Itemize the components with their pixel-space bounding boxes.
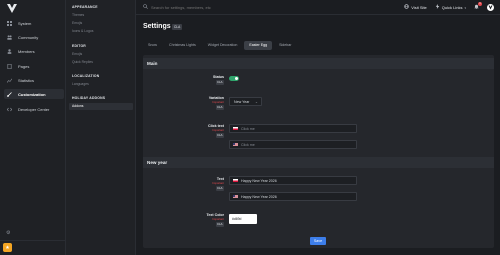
bell-icon [474, 4, 479, 11]
search-bar [143, 4, 271, 11]
variation-value: New Year [234, 100, 250, 104]
submenu-item-quick-replies[interactable]: Quick Replies [72, 60, 93, 64]
file-icon [7, 63, 12, 69]
variation-select[interactable]: New Year ⌄ [229, 97, 262, 106]
click-text-chip: CLA [215, 133, 224, 138]
text-pl-field[interactable] [229, 176, 357, 185]
version-badge: CLA [172, 24, 183, 30]
customization-submenu: APPEARANCE Themes Emojis Icons & Logos E… [66, 0, 136, 255]
submenu-section-localization: LOCALIZATION [72, 74, 100, 78]
visit-site-label: Visit Site [411, 5, 427, 10]
sidebar-item-label: Developer Center [18, 106, 50, 112]
click-text-en-input[interactable] [241, 142, 351, 147]
sidebar-item-label: Statistics [18, 77, 35, 83]
sidebar-item-statistics[interactable]: Statistics [4, 75, 64, 85]
tab-sidebar[interactable]: Sidebar [274, 41, 296, 50]
users-icon [7, 34, 12, 40]
poland-flag-icon [233, 178, 238, 183]
click-text-field-label: Click text Important CLA [152, 124, 224, 138]
search-icon [143, 4, 148, 11]
text-color-input[interactable]: #d69d [229, 214, 257, 224]
usa-flag-icon [233, 194, 238, 199]
notification-badge: 1 [478, 2, 482, 6]
click-text-scope: Important [212, 128, 224, 132]
status-toggle[interactable] [229, 76, 239, 81]
sidebar-item-label: Customization [18, 91, 46, 97]
text-pl-input[interactable] [241, 178, 351, 183]
addon-tabs: Snow Christmas Lights Widget Decoration … [143, 41, 297, 50]
submenu-item-icons-logos[interactable]: Icons & Logos [72, 29, 94, 33]
sidebar-item-community[interactable]: Community [4, 32, 64, 42]
sidebar-item-label: Members [18, 48, 35, 54]
text-scope: Important [212, 181, 224, 185]
tab-widget-decoration[interactable]: Widget Decoration [203, 41, 243, 50]
page-title: Settings [143, 23, 171, 30]
quick-links-button[interactable]: Quick Links ▾ [435, 4, 466, 11]
section-new-year-title: New year [143, 157, 494, 168]
visit-site-button[interactable]: Visit Site [404, 4, 427, 11]
bolt-icon [435, 4, 440, 11]
main-sidebar: System Community Members Pages Statistic… [0, 0, 66, 255]
sidebar-item-pages[interactable]: Pages [4, 61, 64, 71]
text-field-label: Text Important CLA [152, 177, 224, 191]
text-chip: CLA [215, 186, 224, 191]
sidebar-item-label: System [18, 20, 32, 26]
submenu-section-appearance: APPEARANCE [72, 5, 98, 9]
click-text-pl-input[interactable] [241, 126, 351, 131]
sidebar-item-label: Community [18, 34, 39, 40]
grid-icon [7, 20, 12, 26]
chart-icon [7, 78, 12, 83]
user-avatar[interactable]: ★ [3, 243, 12, 252]
sidebar-item-customization[interactable]: Customization [4, 89, 64, 99]
status-chip: CLA [215, 80, 224, 85]
submenu-item-themes[interactable]: Themes [72, 13, 84, 17]
globe-icon [404, 4, 410, 11]
text-en-input[interactable] [241, 194, 351, 199]
user-icon [7, 48, 12, 54]
submenu-item-editor-emojis[interactable]: Emojis [72, 52, 82, 56]
tab-snow[interactable]: Snow [143, 41, 162, 50]
status-field-label: Status CLA [152, 75, 224, 85]
text-color-scope: Important [212, 217, 224, 221]
text-color-chip: CLA [215, 222, 224, 227]
variation-chip: CLA [215, 105, 224, 110]
sidebar-item-system[interactable]: System [4, 18, 64, 28]
submenu-item-emojis[interactable]: Emojis [72, 21, 82, 25]
profile-avatar[interactable] [487, 4, 494, 11]
click-text-pl-field[interactable] [229, 124, 357, 133]
settings-gear-icon[interactable]: ⚙ [6, 230, 10, 236]
submenu-section-holiday-addons: HOLIDAY ADDONS [72, 96, 106, 100]
chevron-down-icon: ▾ [464, 5, 466, 10]
submenu-item-languages[interactable]: Languages [72, 82, 89, 86]
section-main-title: Main [143, 58, 494, 69]
usa-flag-icon [233, 142, 238, 147]
top-bar: Visit Site Quick Links ▾ 1 [136, 0, 500, 15]
tab-easter-egg[interactable]: Easter Egg [244, 41, 273, 50]
submenu-section-editor: EDITOR [72, 44, 86, 48]
search-input[interactable] [151, 5, 271, 10]
poland-flag-icon [233, 126, 238, 131]
text-en-field[interactable] [229, 192, 357, 201]
save-button[interactable]: Save [310, 237, 326, 245]
tab-christmas-lights[interactable]: Christmas Lights [164, 41, 201, 50]
top-actions: Visit Site Quick Links ▾ 1 [404, 2, 494, 11]
click-text-en-field[interactable] [229, 140, 357, 149]
sidebar-item-developer-center[interactable]: Developer Center [4, 104, 64, 114]
variation-field-label: Variation Important CLA [152, 96, 224, 110]
logo-icon[interactable] [7, 4, 17, 13]
quick-links-label: Quick Links [441, 5, 463, 10]
sidebar-item-label: Pages [18, 63, 30, 69]
chevron-down-icon: ⌄ [254, 100, 258, 104]
code-icon [7, 107, 12, 112]
text-color-field-label: Text Color Important CLA [152, 213, 224, 227]
status-label: Status [213, 75, 224, 79]
variation-scope: Important [212, 100, 224, 104]
notifications-button[interactable]: 1 [474, 2, 482, 11]
brush-icon [7, 91, 12, 97]
sidebar-item-members[interactable]: Members [4, 46, 64, 56]
submenu-item-addons[interactable]: Addons [69, 103, 133, 110]
